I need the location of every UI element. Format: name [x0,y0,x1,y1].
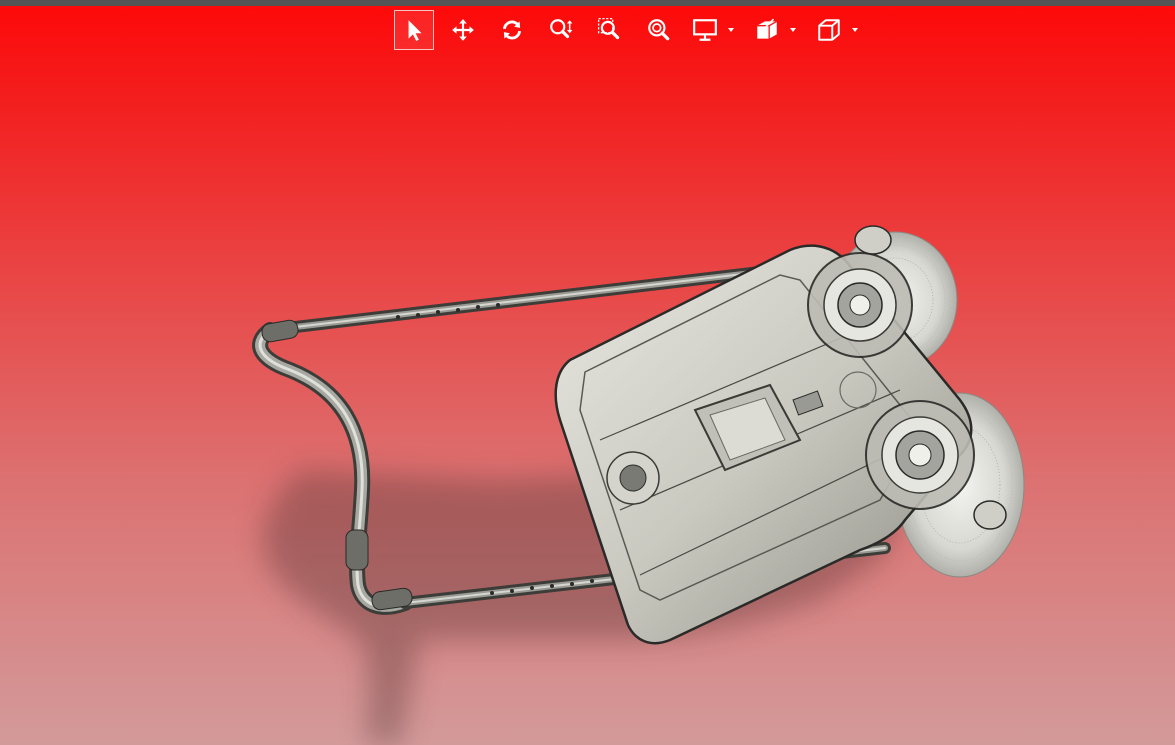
display-style-dropdown[interactable] [688,10,734,50]
chevron-down-icon [852,28,858,32]
section-view-icon [757,18,778,39]
cube-icon [818,19,840,41]
chevron-down-icon [790,28,796,32]
zoom-tool-button[interactable] [541,10,581,50]
section-view-dropdown[interactable] [750,10,796,50]
3d-model-render[interactable] [0,0,1175,745]
view-orientation-dropdown[interactable] [812,10,858,50]
brush-housing-bottom [865,400,975,510]
brush-housing-top [807,252,913,358]
rotate-tool-button[interactable] [492,10,532,50]
monitor-icon [693,19,717,41]
move-arrows-icon [452,19,474,41]
chevron-down-icon [728,28,734,32]
3d-viewport[interactable] [0,0,1175,745]
pan-tool-button[interactable] [443,10,483,50]
zoom-fit-icon [648,19,670,41]
select-tool-button[interactable] [394,10,434,50]
rotate-arrows-icon [503,20,521,40]
zoom-window-button[interactable] [590,10,630,50]
zoom-updown-icon [550,19,573,39]
zoom-fit-button[interactable] [639,10,679,50]
zoom-window-icon [597,17,620,40]
view-toolbar [394,10,874,50]
arrow-cursor-icon [408,20,422,41]
